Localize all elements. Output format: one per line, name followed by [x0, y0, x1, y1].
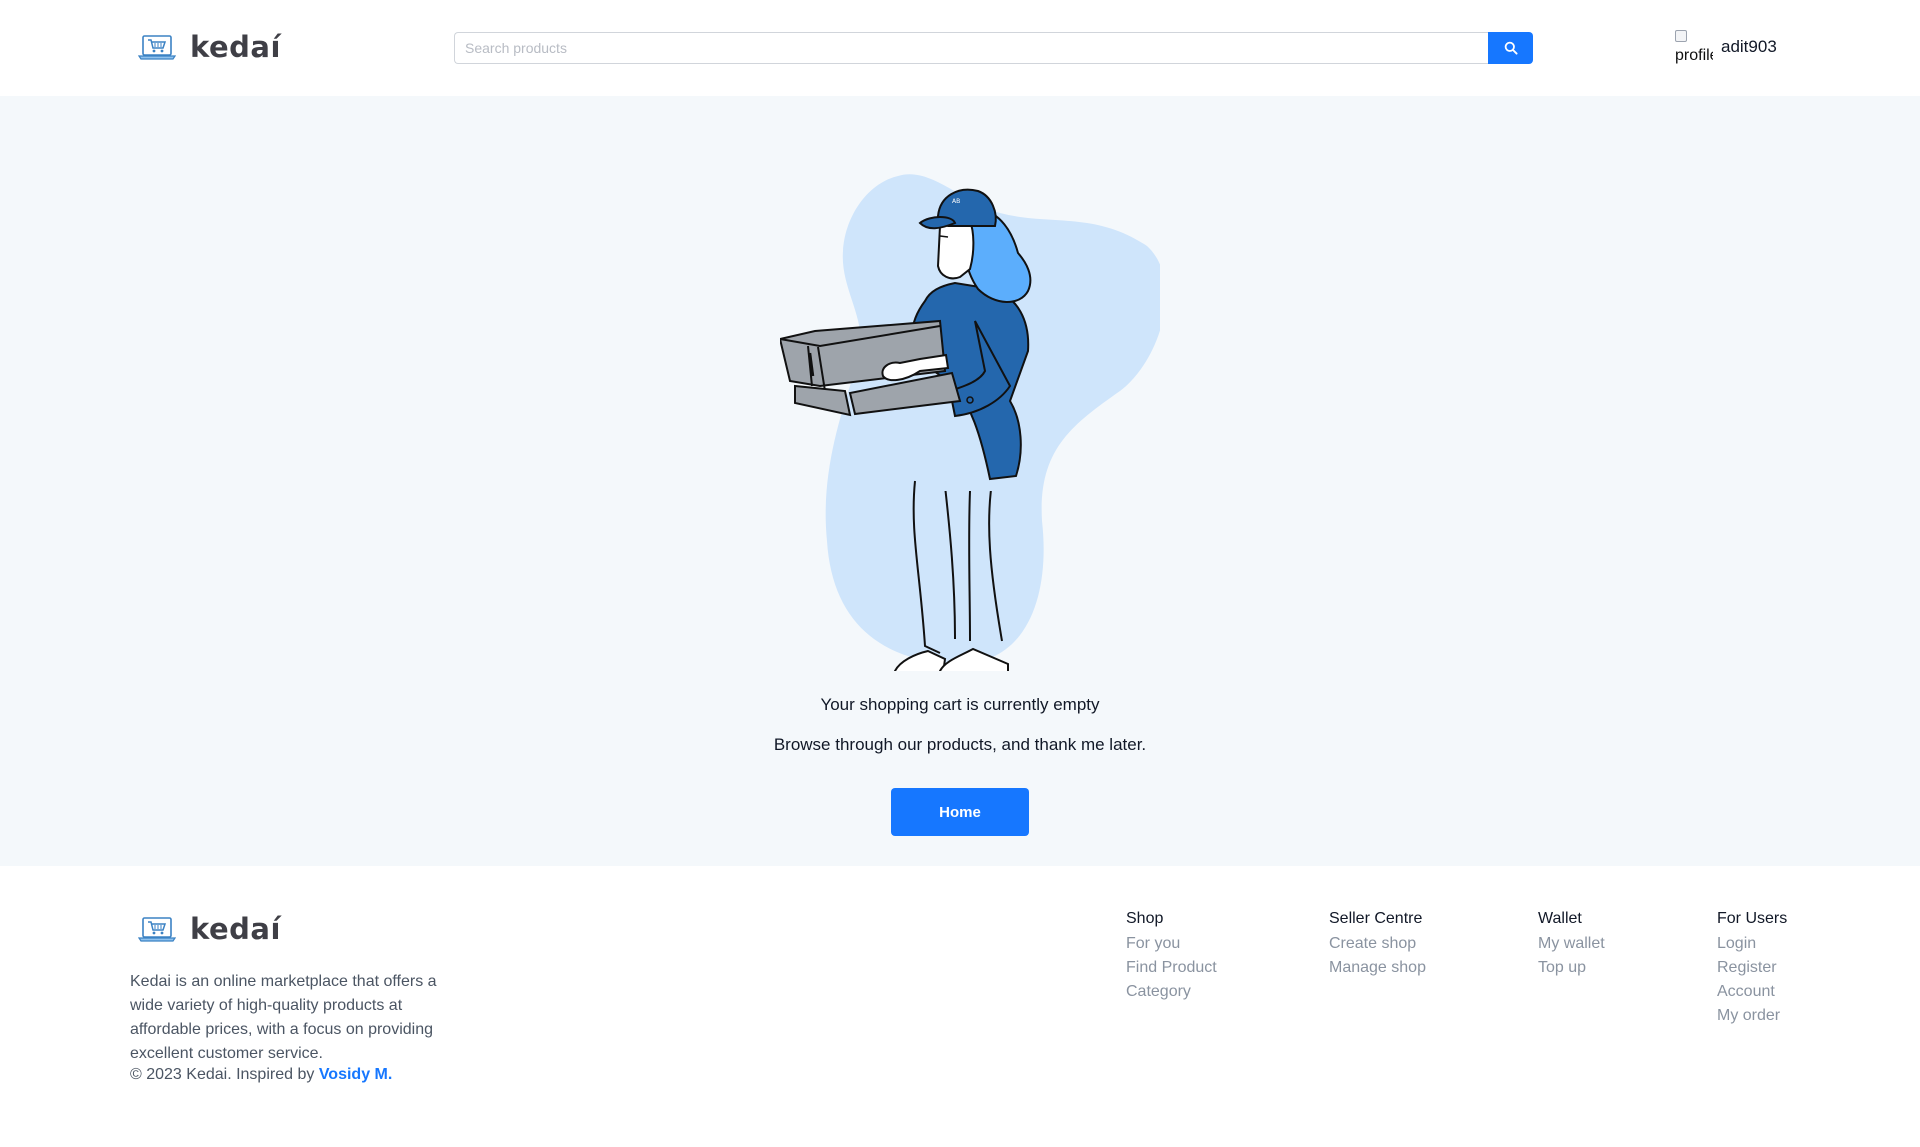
- home-button[interactable]: Home: [891, 788, 1029, 836]
- footer-link-manage-shop[interactable]: Manage shop: [1329, 956, 1426, 980]
- svg-text:AB: AB: [952, 198, 960, 205]
- footer-link-my-wallet[interactable]: My wallet: [1538, 932, 1605, 956]
- footer-link-find-product[interactable]: Find Product: [1126, 956, 1217, 980]
- profile-menu[interactable]: profile adit903: [1675, 28, 1777, 66]
- brand-name: kedaí: [190, 30, 281, 64]
- username[interactable]: adit903: [1721, 37, 1777, 57]
- footer-column-title: Shop: [1126, 910, 1164, 927]
- footer-column-seller-centre: Seller Centre Create shop Manage shop: [1329, 908, 1426, 980]
- footer-column-title: Wallet: [1538, 910, 1582, 927]
- copyright-text: © 2023 Kedai. Inspired by: [130, 1066, 315, 1083]
- footer-link-register[interactable]: Register: [1717, 956, 1787, 980]
- footer-logo[interactable]: kedaí: [138, 912, 281, 946]
- header: kedaí profile adit903: [0, 0, 1920, 96]
- search-input[interactable]: [454, 32, 1488, 64]
- footer-column-title: For Users: [1717, 910, 1788, 927]
- empty-cart-section: AB Your shopping cart is currently empty…: [0, 96, 1920, 866]
- brand-name: kedaí: [190, 912, 281, 946]
- cart-laptop-icon: [138, 917, 176, 942]
- cart-laptop-icon: [138, 35, 176, 60]
- footer-column-shop: Shop For you Find Product Category: [1126, 908, 1217, 1004]
- footer-column-for-users: For Users Login Register Account My orde…: [1717, 908, 1787, 1028]
- footer: kedaí Kedai is an online marketplace tha…: [0, 866, 1920, 1147]
- footer-link-create-shop[interactable]: Create shop: [1329, 932, 1426, 956]
- footer-link-category[interactable]: Category: [1126, 980, 1217, 1004]
- avatar[interactable]: profile: [1675, 28, 1713, 66]
- credit-link[interactable]: Vosidy M.: [319, 1066, 393, 1083]
- search-bar: [454, 32, 1533, 64]
- broken-image-icon: [1675, 30, 1687, 42]
- footer-link-account[interactable]: Account: [1717, 980, 1787, 1004]
- footer-link-top-up[interactable]: Top up: [1538, 956, 1605, 980]
- search-icon: [1504, 41, 1518, 55]
- header-logo[interactable]: kedaí: [138, 30, 281, 64]
- empty-cart-title: Your shopping cart is currently empty: [820, 695, 1100, 714]
- footer-column-wallet: Wallet My wallet Top up: [1538, 908, 1605, 980]
- footer-link-my-order[interactable]: My order: [1717, 1004, 1787, 1028]
- empty-cart-subtitle: Browse through our products, and thank m…: [773, 735, 1147, 754]
- footer-column-title: Seller Centre: [1329, 910, 1423, 927]
- footer-description: Kedai is an online marketplace that offe…: [130, 973, 437, 1062]
- footer-link-for-you[interactable]: For you: [1126, 932, 1217, 956]
- search-button[interactable]: [1488, 32, 1533, 64]
- footer-copyright: © 2023 Kedai. Inspired by Vosidy M.: [130, 1066, 392, 1084]
- avatar-alt-text: profile: [1675, 47, 1713, 64]
- empty-cart-illustration: AB: [780, 174, 1160, 671]
- footer-link-login[interactable]: Login: [1717, 932, 1787, 956]
